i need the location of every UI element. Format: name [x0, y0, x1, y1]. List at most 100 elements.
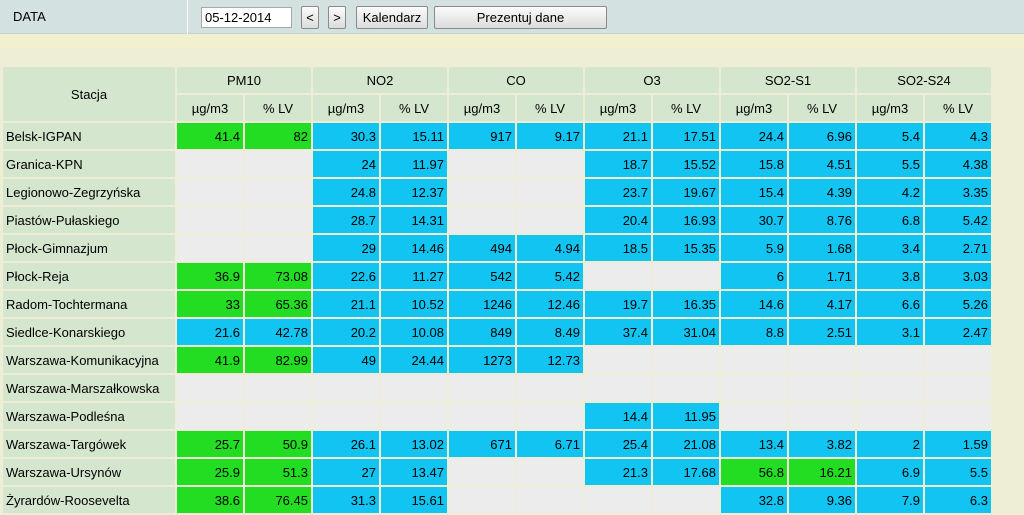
measurements-table: Stacja PM10 NO2 CO O3 SO2-S1 SO2-S24 µg/… — [1, 65, 993, 515]
station-name: Warszawa-Targówek — [3, 431, 175, 457]
empty-cell — [789, 347, 855, 373]
value-cell: 15.8 — [721, 151, 787, 177]
value-cell: 3.8 — [857, 263, 923, 289]
empty-cell — [585, 263, 651, 289]
value-cell: 7.9 — [857, 487, 923, 513]
value-cell: 8.49 — [517, 319, 583, 345]
empty-cell — [245, 403, 311, 429]
value-cell: 8.8 — [721, 319, 787, 345]
value-cell: 17.51 — [653, 123, 719, 149]
value-cell: 41.9 — [177, 347, 243, 373]
value-cell: 6.3 — [925, 487, 991, 513]
value-cell: 21.1 — [313, 291, 379, 317]
value-cell: 51.3 — [245, 459, 311, 485]
value-cell: 15.4 — [721, 179, 787, 205]
empty-cell — [449, 179, 515, 205]
date-input[interactable] — [201, 7, 292, 28]
value-cell: 1.71 — [789, 263, 855, 289]
table-row: Warszawa-Marszałkowska — [3, 375, 991, 401]
value-cell: 10.08 — [381, 319, 447, 345]
empty-cell — [245, 151, 311, 177]
value-cell: 25.9 — [177, 459, 243, 485]
prev-day-button[interactable]: < — [301, 6, 319, 29]
value-cell: 4.39 — [789, 179, 855, 205]
empty-cell — [177, 403, 243, 429]
value-cell: 18.7 — [585, 151, 651, 177]
value-cell: 29 — [313, 235, 379, 261]
table-row: Piastów-Pułaskiego 28.7 14.31 20.4 16.93 30.7… — [3, 207, 991, 233]
unit-header: µg/m3 — [585, 95, 651, 121]
empty-cell — [177, 375, 243, 401]
empty-cell — [585, 375, 651, 401]
value-cell: 30.7 — [721, 207, 787, 233]
empty-cell — [585, 347, 651, 373]
value-cell: 13.4 — [721, 431, 787, 457]
empty-cell — [517, 151, 583, 177]
empty-cell — [789, 403, 855, 429]
value-cell: 37.4 — [585, 319, 651, 345]
empty-cell — [653, 487, 719, 513]
empty-cell — [177, 235, 243, 261]
calendar-button[interactable]: Kalendarz — [356, 6, 428, 29]
value-cell: 494 — [449, 235, 515, 261]
present-data-button[interactable]: Prezentuj dane — [434, 6, 607, 29]
empty-cell — [721, 403, 787, 429]
value-cell: 5.42 — [517, 263, 583, 289]
lv-header: % LV — [653, 95, 719, 121]
value-cell: 31.04 — [653, 319, 719, 345]
value-cell: 12.73 — [517, 347, 583, 373]
value-cell: 82 — [245, 123, 311, 149]
group-header-co: CO — [449, 67, 583, 93]
value-cell: 14.4 — [585, 403, 651, 429]
value-cell: 27 — [313, 459, 379, 485]
station-header: Stacja — [3, 67, 175, 121]
value-cell: 16.93 — [653, 207, 719, 233]
empty-cell — [245, 179, 311, 205]
station-name: Płock-Gimnazjum — [3, 235, 175, 261]
empty-cell — [177, 151, 243, 177]
value-cell: 6.71 — [517, 431, 583, 457]
empty-cell — [721, 375, 787, 401]
value-cell: 6.6 — [857, 291, 923, 317]
value-cell: 4.2 — [857, 179, 923, 205]
toolbar-divider — [187, 0, 188, 34]
unit-header: µg/m3 — [177, 95, 243, 121]
empty-cell — [449, 403, 515, 429]
value-cell: 15.11 — [381, 123, 447, 149]
station-name: Żyrardów-Roosevelta — [3, 487, 175, 513]
value-cell: 4.38 — [925, 151, 991, 177]
value-cell: 2.51 — [789, 319, 855, 345]
value-cell: 24.44 — [381, 347, 447, 373]
value-cell: 19.67 — [653, 179, 719, 205]
next-day-button[interactable]: > — [328, 6, 346, 29]
value-cell: 11.27 — [381, 263, 447, 289]
value-cell: 21.1 — [585, 123, 651, 149]
table-row: Legionowo-Zegrzyńska 24.8 12.37 23.7 19.67 15… — [3, 179, 991, 205]
value-cell: 49 — [313, 347, 379, 373]
value-cell: 1273 — [449, 347, 515, 373]
empty-cell — [585, 487, 651, 513]
value-cell: 20.4 — [585, 207, 651, 233]
empty-cell — [789, 375, 855, 401]
value-cell: 6 — [721, 263, 787, 289]
group-header-no2: NO2 — [313, 67, 447, 93]
table-row: Płock-Reja 36.9 73.08 22.6 11.27 542 5.42 6 1.71… — [3, 263, 991, 289]
value-cell: 671 — [449, 431, 515, 457]
value-cell: 4.17 — [789, 291, 855, 317]
toolbar: DATA < > Kalendarz Prezentuj dane — [0, 0, 1024, 34]
station-name: Warszawa-Ursynów — [3, 459, 175, 485]
value-cell: 14.6 — [721, 291, 787, 317]
group-header-o3: O3 — [585, 67, 719, 93]
value-cell: 4.3 — [925, 123, 991, 149]
group-header-so2-s1: SO2-S1 — [721, 67, 855, 93]
value-cell: 21.6 — [177, 319, 243, 345]
empty-cell — [313, 375, 379, 401]
value-cell: 14.46 — [381, 235, 447, 261]
empty-cell — [245, 207, 311, 233]
value-cell: 5.4 — [857, 123, 923, 149]
unit-header: µg/m3 — [857, 95, 923, 121]
value-cell: 25.4 — [585, 431, 651, 457]
value-cell: 38.6 — [177, 487, 243, 513]
unit-header: µg/m3 — [449, 95, 515, 121]
value-cell: 9.36 — [789, 487, 855, 513]
